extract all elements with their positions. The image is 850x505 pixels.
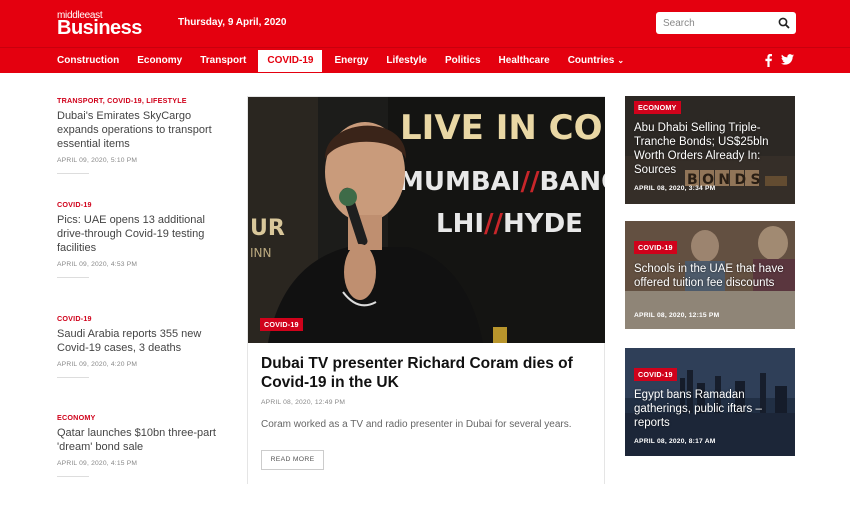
- card-date: APRIL 08, 2020, 12:15 PM: [634, 312, 720, 319]
- main-navigation: Construction Economy Transport COVID-19 …: [0, 47, 850, 73]
- featured-story-title[interactable]: Dubai TV presenter Richard Coram dies of…: [261, 354, 581, 392]
- story-category-badge[interactable]: COVID-19: [260, 318, 303, 331]
- logo-brand-text[interactable]: Business: [57, 17, 142, 40]
- banner-text-side: INN: [250, 246, 272, 260]
- nav-construction[interactable]: Construction: [48, 50, 128, 72]
- story-date: APRIL 08, 2020, 12:49 PM: [261, 399, 346, 406]
- search-box: [656, 12, 796, 34]
- banner-text-city: BANG: [539, 167, 605, 197]
- story-category[interactable]: ECONOMY: [57, 413, 227, 422]
- banner-text-city: MUMBAI: [398, 167, 520, 197]
- search-input[interactable]: [656, 12, 776, 34]
- story-date: APRIL 09, 2020, 4:53 PM: [57, 261, 138, 268]
- current-date: Thursday, 9 April, 2020: [178, 17, 287, 28]
- story-category[interactable]: COVID-19: [57, 314, 227, 323]
- story-date: APRIL 09, 2020, 4:20 PM: [57, 361, 138, 368]
- divider: [57, 476, 89, 477]
- story-card[interactable]: COVID-19 Egypt bans Ramadan gatherings, …: [625, 348, 795, 456]
- card-date: APRIL 08, 2020, 8:17 AM: [634, 438, 716, 445]
- svg-text:LHI//HYDE: LHI//HYDE: [436, 209, 583, 239]
- banner-text-separator: //: [520, 167, 539, 197]
- nav-countries[interactable]: Countries ⌄: [559, 50, 633, 72]
- story-category-badge[interactable]: COVID-19: [634, 368, 677, 381]
- story-category-badge[interactable]: ECONOMY: [634, 101, 681, 114]
- banner-text-separator: //: [484, 209, 503, 239]
- nav-economy[interactable]: Economy: [128, 50, 191, 72]
- story-category-badge[interactable]: COVID-19: [634, 241, 677, 254]
- story-category[interactable]: TRANSPORT, COVID-19, LIFESTYLE: [57, 96, 227, 105]
- list-item[interactable]: ECONOMY Qatar launches $10bn three-part …: [57, 413, 227, 505]
- card-title[interactable]: Abu Dhabi Selling Triple-Tranche Bonds; …: [634, 121, 784, 177]
- twitter-icon[interactable]: [781, 54, 794, 65]
- story-title[interactable]: Dubai's Emirates SkyCargo expands operat…: [57, 109, 227, 151]
- story-date: APRIL 09, 2020, 5:10 PM: [57, 157, 138, 164]
- banner-text-city: HYDE: [503, 209, 583, 239]
- nav-covid-19[interactable]: COVID-19: [258, 50, 323, 72]
- card-title[interactable]: Egypt bans Ramadan gatherings, public if…: [634, 388, 784, 430]
- divider: [57, 377, 89, 378]
- list-item[interactable]: COVID-19 Pics: UAE opens 13 additional d…: [57, 200, 227, 302]
- latest-news-list: TRANSPORT, COVID-19, LIFESTYLE Dubai's E…: [57, 96, 227, 505]
- nav-healthcare[interactable]: Healthcare: [490, 50, 559, 72]
- story-title[interactable]: Saudi Arabia reports 355 new Covid-19 ca…: [57, 327, 227, 355]
- featured-image[interactable]: LIVE IN CON MUMBAI//BANG LHI//HYDE UR IN…: [248, 97, 605, 343]
- story-category[interactable]: COVID-19: [57, 200, 227, 209]
- story-card[interactable]: BONDS ECONOMY Abu Dhabi Selling Triple-T…: [625, 96, 795, 204]
- nav-transport[interactable]: Transport: [191, 50, 255, 72]
- story-card[interactable]: COVID-19 Schools in the UAE that have of…: [625, 221, 795, 329]
- facebook-icon[interactable]: [765, 54, 772, 67]
- banner-text-live: LIVE IN CON: [400, 108, 605, 148]
- story-title[interactable]: Qatar launches $10bn three-part 'dream' …: [57, 426, 227, 454]
- banner-text-side: UR: [250, 216, 285, 241]
- story-title[interactable]: Pics: UAE opens 13 additional drive-thro…: [57, 213, 227, 255]
- nav-lifestyle[interactable]: Lifestyle: [377, 50, 436, 72]
- divider: [57, 173, 89, 174]
- nav-countries-label: Countries: [567, 55, 615, 66]
- list-item[interactable]: COVID-19 Saudi Arabia reports 355 new Co…: [57, 314, 227, 402]
- chevron-down-icon: ⌄: [617, 56, 625, 65]
- story-summary: Coram worked as a TV and radio presenter…: [261, 419, 572, 430]
- read-more-button[interactable]: READ MORE: [261, 450, 324, 470]
- search-icon[interactable]: [778, 17, 790, 29]
- top-header: middleeast Business Thursday, 9 April, 2…: [0, 0, 850, 47]
- svg-text:MUMBAI//BANG: MUMBAI//BANG: [398, 167, 605, 197]
- nav-politics[interactable]: Politics: [436, 50, 490, 72]
- banner-text-city: LHI: [436, 209, 484, 239]
- card-date: APRIL 08, 2020, 3:34 PM: [634, 185, 716, 192]
- nav-energy[interactable]: Energy: [325, 50, 377, 72]
- card-title[interactable]: Schools in the UAE that have offered tui…: [634, 262, 784, 290]
- divider: [57, 277, 89, 278]
- story-date: APRIL 09, 2020, 4:15 PM: [57, 460, 138, 467]
- featured-story: LIVE IN CON MUMBAI//BANG LHI//HYDE UR IN…: [247, 96, 605, 484]
- list-item[interactable]: TRANSPORT, COVID-19, LIFESTYLE Dubai's E…: [57, 96, 227, 188]
